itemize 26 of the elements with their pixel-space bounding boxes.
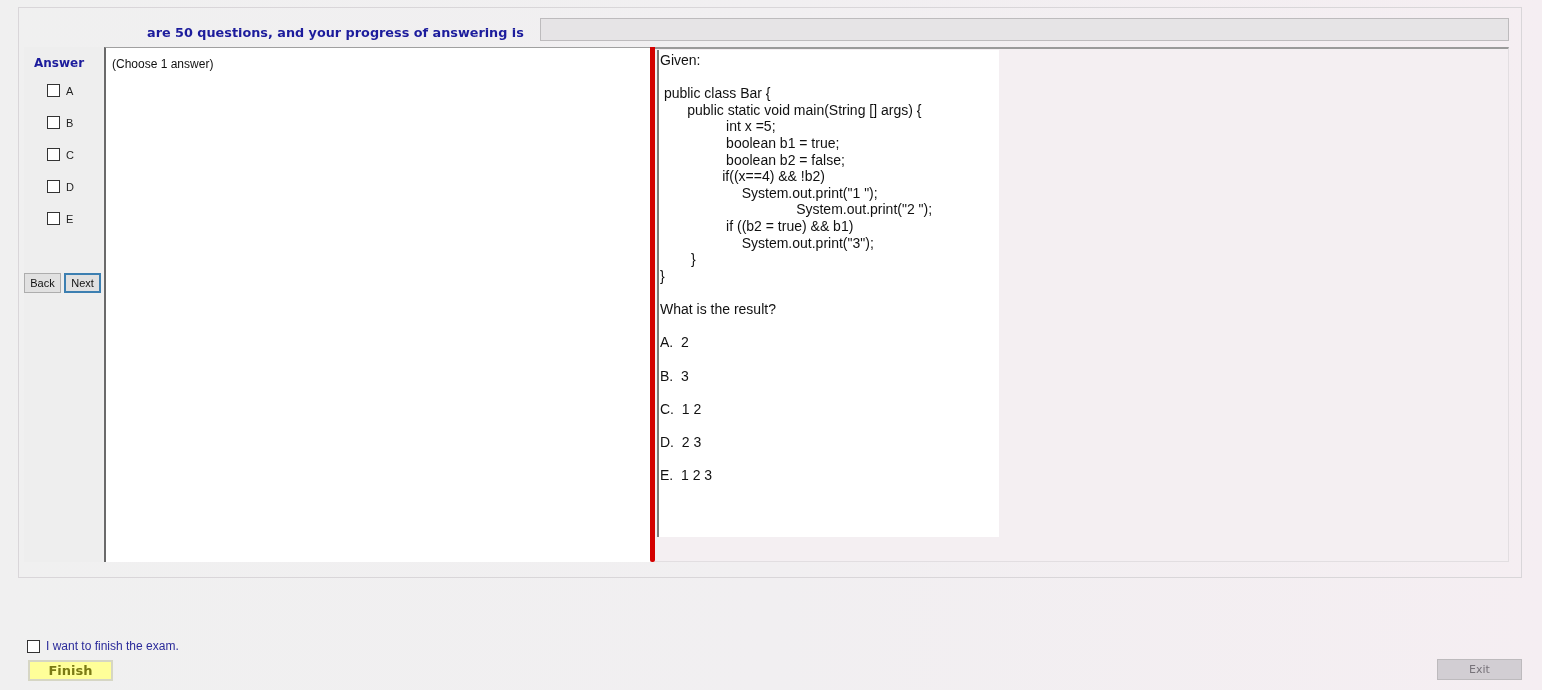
checkbox[interactable] bbox=[27, 639, 40, 653]
instruction-text: (Choose 1 answer) bbox=[112, 57, 214, 71]
checkbox[interactable] bbox=[47, 116, 60, 129]
checkbox-label: I want to finish the exam. bbox=[46, 639, 179, 653]
question-prompt: What is the result? bbox=[660, 301, 776, 318]
answer-title: Answer bbox=[34, 55, 86, 71]
checkbox-label: C bbox=[66, 148, 74, 161]
checkbox-label: D bbox=[66, 180, 74, 193]
code-listing: public class Bar { public static void main(String [] args) { int x =5; boolean b1 = true; boolean b2 = false; if((x==4) && !b2) System.out.print("1 "); System.out.print("2 "); if ((b2 = true) && b1) System.out.print("3"); } } bbox=[660, 85, 933, 285]
answer-option: A. 2 bbox=[660, 334, 689, 351]
progress-caption: are 50 questions, and your progress of answering is bbox=[147, 24, 524, 40]
checkbox-label: B bbox=[66, 116, 74, 129]
answer-option: E. 1 2 3 bbox=[660, 466, 713, 484]
nav-button[interactable]: Next bbox=[64, 273, 101, 293]
checkbox[interactable] bbox=[47, 148, 60, 161]
question-intro: Given: bbox=[660, 52, 701, 69]
checkbox[interactable] bbox=[47, 180, 60, 193]
finish-button[interactable]: Finish bbox=[28, 660, 113, 681]
answer-option: C. 1 2 bbox=[660, 400, 702, 418]
nav-button[interactable]: Back bbox=[24, 273, 61, 293]
checkbox[interactable] bbox=[47, 84, 60, 97]
answer-option: D. 2 3 bbox=[660, 433, 702, 451]
checkbox-label: E bbox=[66, 212, 74, 225]
answer-option: B. 3 bbox=[660, 367, 689, 385]
checkbox[interactable] bbox=[47, 212, 60, 225]
checkbox-label: A bbox=[66, 84, 74, 97]
